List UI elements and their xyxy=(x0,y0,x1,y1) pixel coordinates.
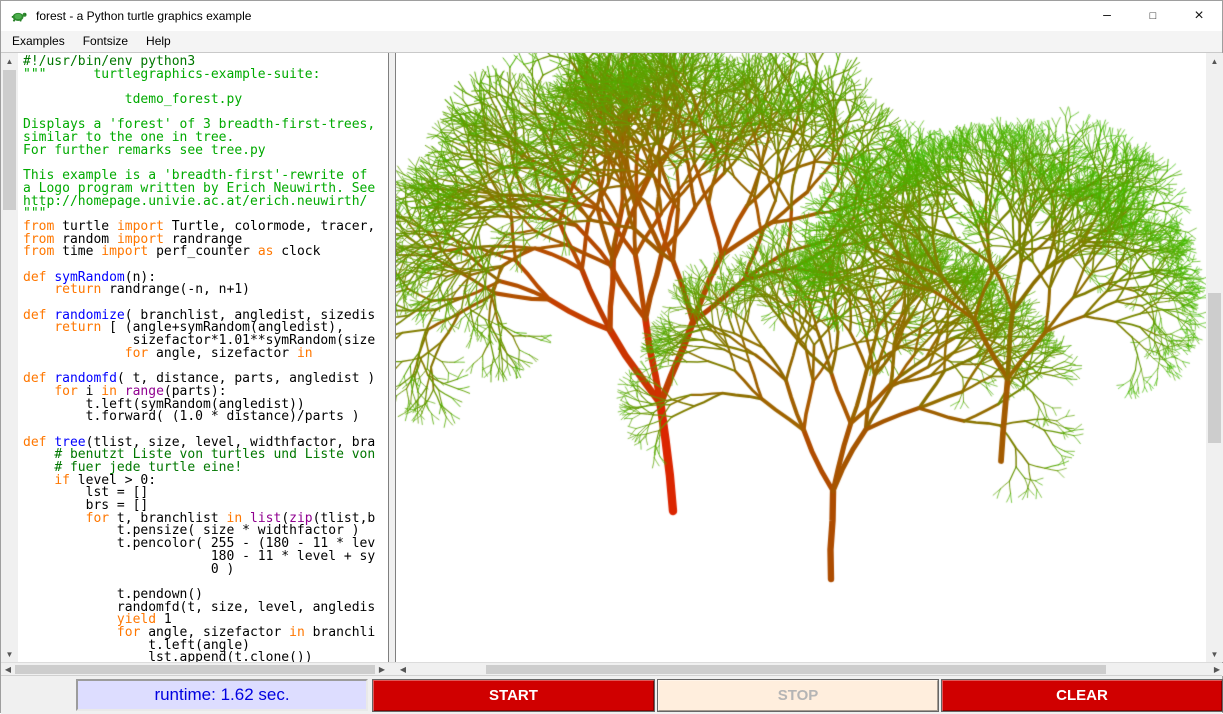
code-token: import xyxy=(101,244,148,259)
start-button[interactable]: START xyxy=(372,679,655,712)
code-vertical-scrollbar-thumb[interactable] xyxy=(3,70,16,210)
canvas-vertical-scrollbar-thumb[interactable] xyxy=(1208,293,1221,443)
right-arrow-icon: ▶ xyxy=(1214,665,1220,674)
window-title: forest - a Python turtle graphics exampl… xyxy=(36,9,251,23)
up-arrow-icon: ▲ xyxy=(1211,57,1219,66)
code-token xyxy=(23,346,125,361)
code-horizontal-scrollbar-thumb[interactable] xyxy=(15,665,375,674)
code-token: clock xyxy=(273,244,320,259)
canvas-horizontal-scrollbar-thumb[interactable] xyxy=(486,665,1106,674)
down-arrow-icon: ▼ xyxy=(6,650,14,659)
bottom-bar: runtime: 1.62 sec. START STOP CLEAR xyxy=(1,675,1222,714)
code-line: return randrange(-n, n+1) xyxy=(23,284,388,297)
stop-button[interactable]: STOP xyxy=(657,679,939,712)
code-token: """ turtlegraphics-example-suite: xyxy=(23,67,320,82)
code-token xyxy=(23,282,54,297)
code-vertical-scrollbar[interactable]: ▲ ▼ xyxy=(1,53,18,662)
code-token: For further remarks see tree.py xyxy=(23,143,266,158)
code-line: from time import perf_counter as clock xyxy=(23,246,388,259)
code-token: randrange(-n, n+1) xyxy=(101,282,250,297)
code-token: t.forward( (1.0 * distance)/parts ) xyxy=(23,409,360,424)
left-arrow-icon: ◀ xyxy=(400,665,406,674)
code-token: 0 ) xyxy=(23,562,234,577)
close-icon: × xyxy=(1194,7,1203,25)
code-token: from xyxy=(23,244,54,259)
code-editor[interactable]: #!/usr/bin/env python3""" turtlegraphics… xyxy=(18,53,389,662)
up-arrow-icon: ▲ xyxy=(6,57,14,66)
minimize-button[interactable]: – xyxy=(1084,1,1130,31)
canvas-scroll-down-button[interactable]: ▼ xyxy=(1206,646,1223,662)
code-scroll-up-button[interactable]: ▲ xyxy=(1,53,18,69)
turtle-canvas[interactable] xyxy=(396,53,1206,662)
maximize-icon: □ xyxy=(1150,10,1157,22)
left-arrow-icon: ◀ xyxy=(5,665,11,674)
canvas-pane xyxy=(395,53,1206,662)
output-label: runtime: 1.62 sec. xyxy=(76,679,368,711)
code-token: tdemo_forest.py xyxy=(23,92,242,107)
code-token: return xyxy=(54,282,101,297)
code-token: for xyxy=(125,346,148,361)
code-line: """ turtlegraphics-example-suite: xyxy=(23,69,388,82)
main-content: ▲ ▼ #!/usr/bin/env python3""" turtlegrap… xyxy=(1,53,1222,662)
code-token: branchli xyxy=(305,625,375,640)
titlebar: forest - a Python turtle graphics exampl… xyxy=(1,1,1222,31)
clear-button[interactable]: CLEAR xyxy=(941,679,1223,712)
code-token: angle, sizefactor xyxy=(148,346,297,361)
canvas-vertical-scrollbar[interactable]: ▲ ▼ xyxy=(1206,53,1223,662)
app-window: forest - a Python turtle graphics exampl… xyxy=(0,0,1223,713)
code-line: for angle, sizefactor in xyxy=(23,348,388,361)
code-token: http://homepage.univie.ac.at/erich.neuwi… xyxy=(23,194,367,209)
turtle-app-icon xyxy=(10,7,28,25)
menubar: Examples Fontsize Help xyxy=(1,31,1222,53)
code-line: For further remarks see tree.py xyxy=(23,145,388,158)
maximize-button[interactable]: □ xyxy=(1130,1,1176,31)
close-button[interactable]: × xyxy=(1176,1,1222,31)
window-controls: – □ × xyxy=(1084,1,1222,31)
right-arrow-icon: ▶ xyxy=(379,665,385,674)
code-line: 0 ) xyxy=(23,564,388,577)
code-line: t.forward( (1.0 * distance)/parts ) xyxy=(23,411,388,424)
code-scroll-down-button[interactable]: ▼ xyxy=(1,646,18,662)
menu-help[interactable]: Help xyxy=(137,31,180,52)
down-arrow-icon: ▼ xyxy=(1211,650,1219,659)
code-line: http://homepage.univie.ac.at/erich.neuwi… xyxy=(23,196,388,209)
code-token: perf_counter xyxy=(148,244,258,259)
code-token: in xyxy=(297,346,313,361)
menu-examples[interactable]: Examples xyxy=(3,31,74,52)
canvas-scroll-up-button[interactable]: ▲ xyxy=(1206,53,1223,69)
code-line: tdemo_forest.py xyxy=(23,94,388,107)
code-token: in xyxy=(289,625,305,640)
code-line: lst.append(t.clone()) xyxy=(23,652,388,662)
code-token: time xyxy=(54,244,101,259)
menu-fontsize[interactable]: Fontsize xyxy=(74,31,137,52)
minimize-icon: – xyxy=(1103,6,1111,22)
code-token: lst.append(t.clone()) xyxy=(23,650,313,662)
code-token: as xyxy=(258,244,274,259)
horizontal-scrollbars: ◀ ▶ ◀ ▶ xyxy=(1,662,1222,675)
